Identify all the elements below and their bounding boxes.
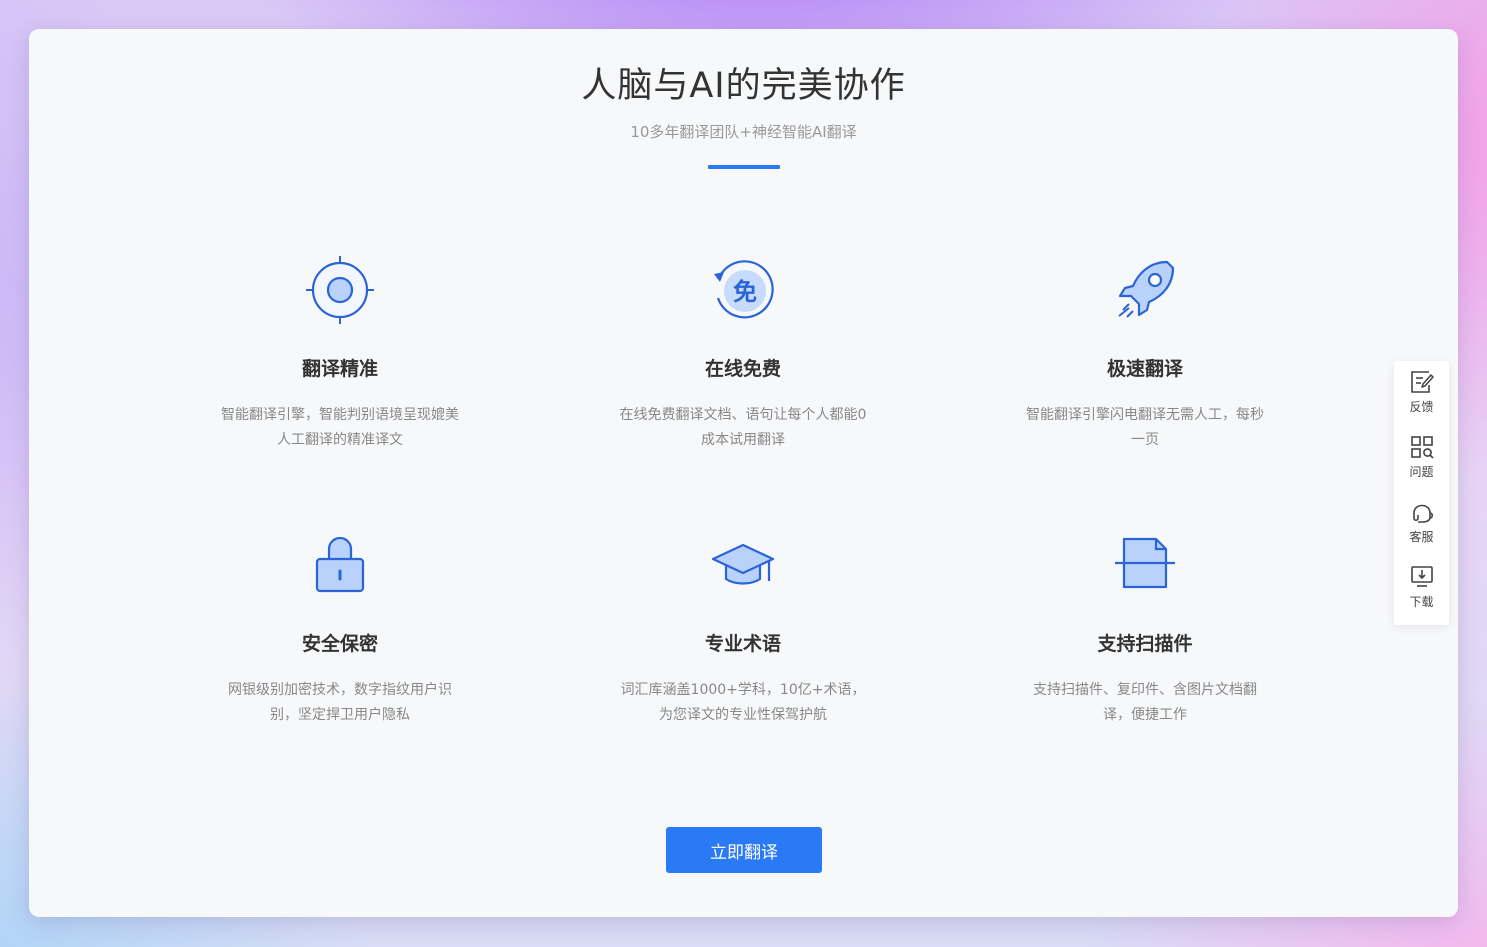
feature-free: 免 在线免费 在线免费翻译文档、语句让每个人都能0成本试用翻译 xyxy=(613,254,873,453)
feature-desc: 词汇库涵盖1000+学科，10亿+术语，为您译文的专业性保驾护航 xyxy=(620,682,866,723)
download-icon xyxy=(1410,566,1433,587)
graduation-cap-icon xyxy=(711,543,775,585)
feature-title: 安全保密 xyxy=(301,633,378,655)
feature-fast: 极速翻译 智能翻译引擎闪电翻译无需人工，每秒一页 xyxy=(1015,254,1275,453)
sidebar-item-feedback[interactable]: 反馈 xyxy=(1394,369,1449,434)
feature-accurate: 翻译精准 智能翻译引擎，智能判别语境呈现媲美人工翻译的精准译文 xyxy=(210,254,470,453)
sidebar-item-service[interactable]: 客服 xyxy=(1394,499,1449,564)
sidebar-item-label: 问题 xyxy=(1409,465,1434,479)
scan-document-icon xyxy=(1115,537,1175,589)
feature-scan: 支持扫描件 支持扫描件、复印件、含图片文档翻译，便捷工作 xyxy=(1015,529,1275,728)
sidebar-item-label: 反馈 xyxy=(1409,400,1434,414)
main-panel: 人脑与AI的完美协作 10多年翻译团队+神经智能AI翻译 翻译精准 智能翻译引擎… xyxy=(29,29,1458,917)
feedback-icon xyxy=(1410,371,1434,393)
feature-desc: 支持扫描件、复印件、含图片文档翻译，便捷工作 xyxy=(1033,682,1257,723)
feature-title: 在线免费 xyxy=(704,358,781,380)
lock-icon xyxy=(315,536,365,593)
sidebar-item-question[interactable]: 问题 xyxy=(1394,434,1449,499)
feature-desc: 在线免费翻译文档、语句让每个人都能0成本试用翻译 xyxy=(619,407,867,448)
target-icon xyxy=(306,256,374,324)
sidebar-item-download[interactable]: 下载 xyxy=(1394,564,1449,629)
feature-secure: 安全保密 网银级别加密技术，数字指纹用户识别，坚定捍卫用户隐私 xyxy=(210,529,470,728)
rocket-icon xyxy=(1118,260,1175,318)
title-underline xyxy=(708,165,780,169)
feature-title: 极速翻译 xyxy=(1106,358,1183,380)
free-badge: 免 xyxy=(733,278,757,306)
translate-now-button[interactable]: 立即翻译 xyxy=(666,827,822,873)
feature-terms: 专业术语 词汇库涵盖1000+学科，10亿+术语，为您译文的专业性保驾护航 xyxy=(613,529,873,728)
feature-desc: 网银级别加密技术，数字指纹用户识别，坚定捍卫用户隐私 xyxy=(228,682,452,723)
question-grid-icon xyxy=(1410,436,1434,459)
feature-desc: 智能翻译引擎闪电翻译无需人工，每秒一页 xyxy=(1026,407,1264,448)
sidebar-item-label: 客服 xyxy=(1409,530,1434,544)
sidebar-item-label: 下载 xyxy=(1409,595,1434,609)
feature-title: 支持扫描件 xyxy=(1097,633,1193,655)
customer-service-icon xyxy=(1412,504,1433,523)
page-title: 人脑与AI的完美协作 xyxy=(581,66,906,106)
free-refresh-icon: 免 xyxy=(714,260,774,319)
feature-title: 专业术语 xyxy=(704,633,781,655)
feature-desc: 智能翻译引擎，智能判别语境呈现媲美人工翻译的精准译文 xyxy=(221,407,459,448)
page-subtitle: 10多年翻译团队+神经智能AI翻译 xyxy=(630,123,857,141)
side-toolbar: 反馈 问题 客服 下载 xyxy=(1394,361,1449,625)
feature-title: 翻译精准 xyxy=(301,358,378,380)
